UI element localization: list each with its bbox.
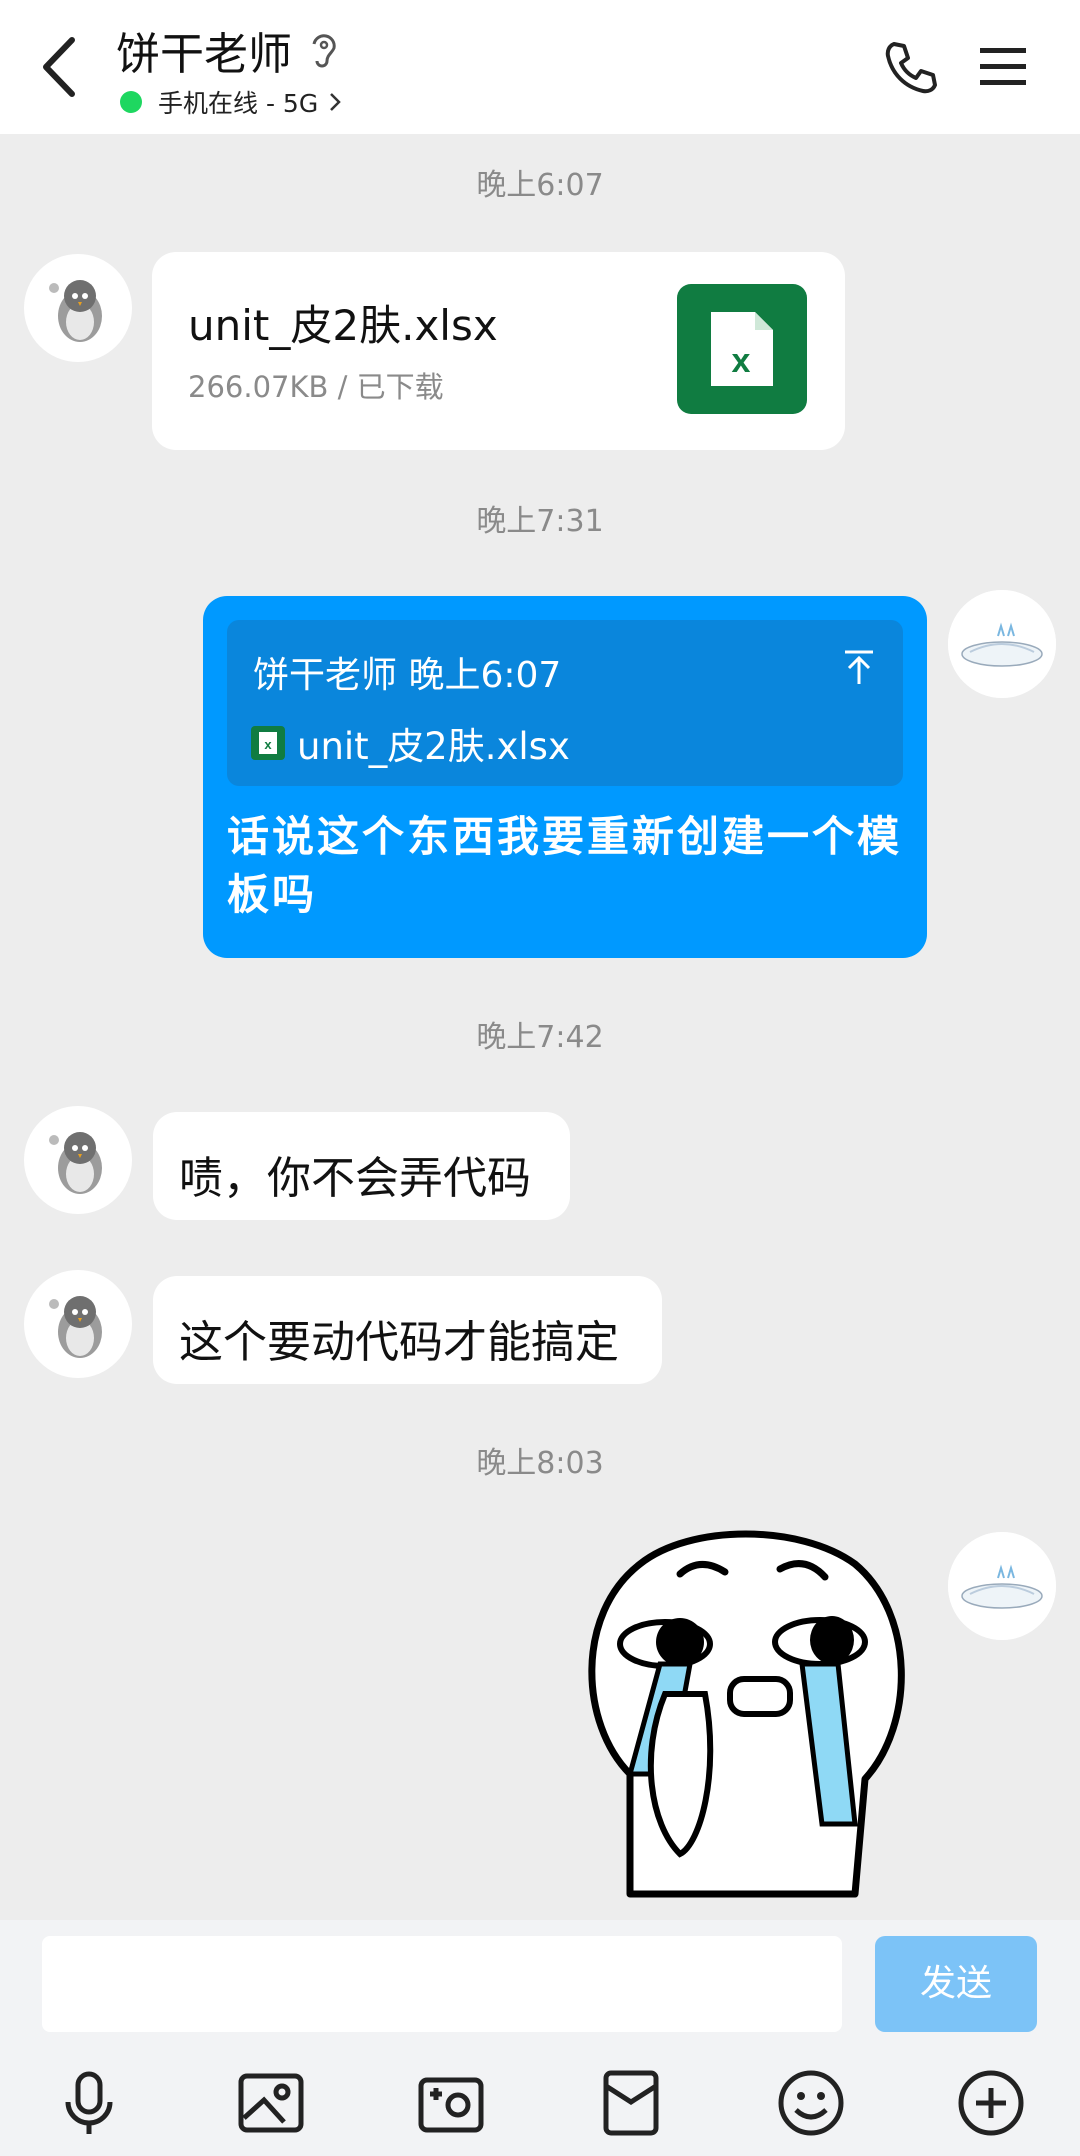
status-text: 手机在线 - 5G bbox=[158, 89, 319, 118]
penguin-avatar-icon bbox=[49, 1296, 102, 1358]
camera-icon[interactable] bbox=[416, 2068, 486, 2138]
message-input[interactable] bbox=[42, 1936, 842, 2032]
file-message[interactable]: unit_皮2肤.xlsx 266.07KB / 已下载 x bbox=[152, 252, 845, 450]
pin-top-icon[interactable] bbox=[841, 648, 877, 688]
timestamp: 晚上7:31 bbox=[476, 504, 604, 539]
excel-icon: x bbox=[677, 284, 807, 414]
red-packet-icon[interactable] bbox=[596, 2068, 666, 2138]
mic-icon[interactable] bbox=[54, 2068, 124, 2138]
avatar[interactable] bbox=[24, 1270, 132, 1378]
image-icon[interactable] bbox=[236, 2068, 306, 2138]
svg-text:x: x bbox=[732, 342, 751, 380]
quoted-message[interactable]: 饼干老师 晚上6:07 x unit_皮2肤.xlsx bbox=[227, 620, 903, 786]
message-text: 这个要动代码才能搞定 bbox=[179, 1317, 619, 1368]
my-avatar[interactable] bbox=[948, 1532, 1056, 1640]
penguin-avatar-icon bbox=[49, 280, 102, 342]
timestamp: 晚上8:03 bbox=[476, 1446, 604, 1481]
phone-icon[interactable] bbox=[880, 38, 940, 98]
online-status[interactable]: 手机在线 - 5G bbox=[120, 84, 342, 120]
online-dot bbox=[120, 91, 142, 113]
quote-file-name: unit_皮2肤.xlsx bbox=[297, 725, 570, 768]
chat-header: 饼干老师 手机在线 - 5G bbox=[0, 0, 1080, 134]
input-bar: 发送 bbox=[0, 1920, 1080, 2156]
quote-file-row: x unit_皮2肤.xlsx bbox=[251, 716, 570, 770]
crying-sticker[interactable] bbox=[570, 1524, 915, 1904]
message-text: 啧，你不会弄代码 bbox=[179, 1153, 531, 1204]
reply-text: 话说这个东西我要重新创建一个模板吗 bbox=[227, 812, 903, 919]
send-button[interactable]: 发送 bbox=[875, 1936, 1037, 2032]
svg-text:x: x bbox=[264, 737, 272, 752]
timestamp: 晚上6:07 bbox=[476, 168, 604, 203]
excel-icon: x bbox=[251, 726, 285, 760]
text-message[interactable]: 啧，你不会弄代码 bbox=[153, 1112, 570, 1220]
emoji-icon[interactable] bbox=[776, 2068, 846, 2138]
sent-reply-message[interactable]: 饼干老师 晚上6:07 x unit_皮2肤.xlsx 话说这个东西我要重新创建… bbox=[203, 596, 927, 958]
plus-icon[interactable] bbox=[956, 2068, 1026, 2138]
avatar[interactable] bbox=[24, 1106, 132, 1214]
timestamp: 晚上7:42 bbox=[476, 1020, 604, 1055]
penguin-avatar-icon bbox=[49, 1132, 102, 1194]
drawing-avatar-icon bbox=[948, 1532, 1056, 1640]
file-meta: 266.07KB / 已下载 bbox=[188, 370, 444, 404]
ear-icon bbox=[312, 34, 336, 68]
text-message[interactable]: 这个要动代码才能搞定 bbox=[153, 1276, 662, 1384]
chevron-right-icon bbox=[330, 93, 341, 111]
chat-title[interactable]: 饼干老师 bbox=[116, 18, 292, 82]
back-icon[interactable] bbox=[30, 30, 90, 104]
menu-icon[interactable] bbox=[978, 44, 1028, 90]
quote-header: 饼干老师 晚上6:07 bbox=[253, 655, 562, 696]
drawing-avatar-icon bbox=[948, 590, 1056, 698]
file-name: unit_皮2肤.xlsx bbox=[188, 301, 498, 350]
my-avatar[interactable] bbox=[948, 590, 1056, 698]
avatar[interactable] bbox=[24, 254, 132, 362]
